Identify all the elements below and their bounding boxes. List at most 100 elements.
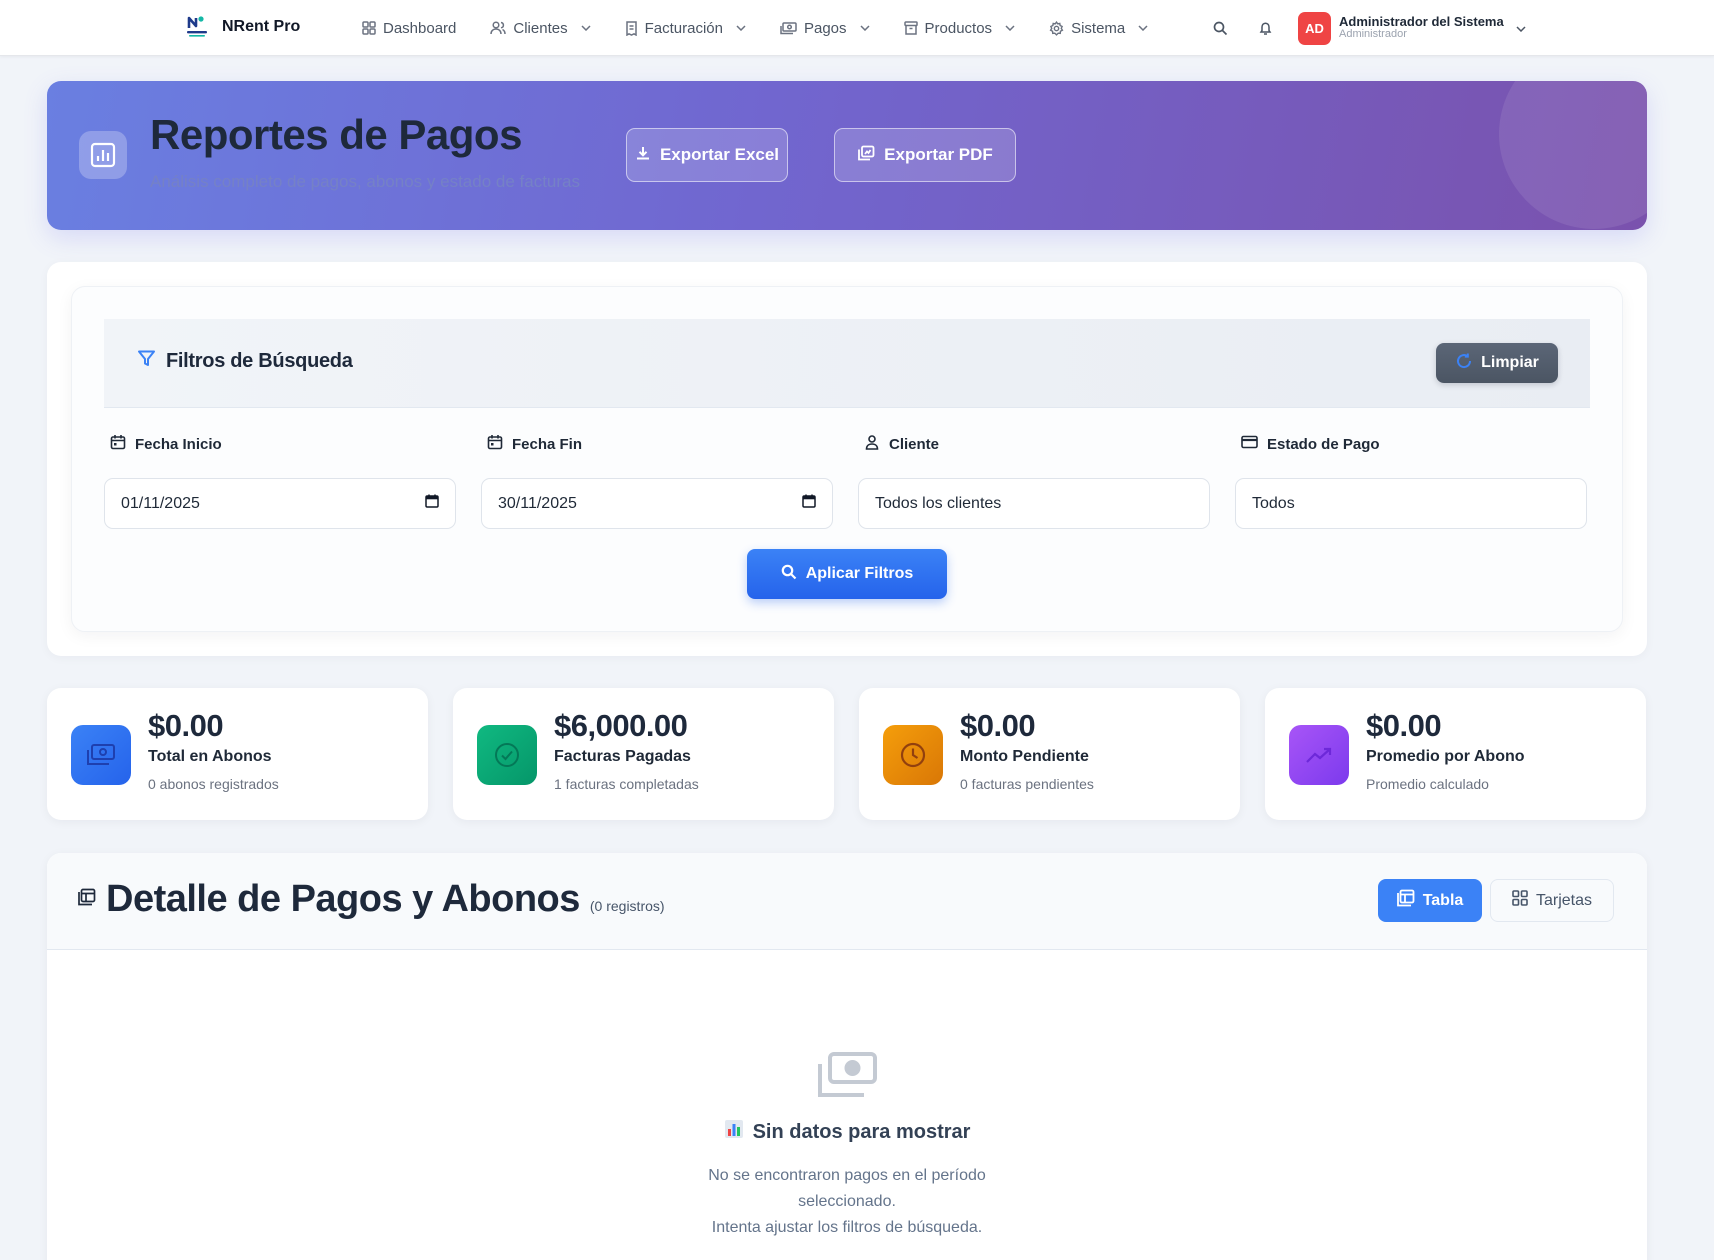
stat-label: Facturas Pagadas: [554, 748, 691, 765]
view-cards-label: Tarjetas: [1535, 891, 1593, 909]
stat-label: Monto Pendiente: [960, 748, 1089, 765]
user-name: Administrador del Sistema: [1339, 14, 1504, 30]
nav-item-label: Productos: [924, 19, 993, 37]
nav-item-label: Pagos: [803, 19, 847, 37]
invoice-icon: [625, 20, 638, 36]
stat-label: Promedio por Abono: [1366, 748, 1525, 765]
filters-title: Filtros de Búsqueda: [137, 349, 353, 374]
pdf-icon: [857, 145, 875, 166]
report-header-banner: Reportes de Pagos Análisis completo de p…: [47, 81, 1647, 230]
avatar[interactable]: AD: [1298, 11, 1331, 45]
stat-label: Total en Abonos: [148, 748, 272, 765]
field-label: Fecha Fin: [487, 433, 833, 455]
stat-card-total-abonos: $0.00 Total en Abonos 0 abonos registrad…: [47, 688, 428, 820]
calendar-icon: [110, 434, 126, 454]
chevron-down-icon[interactable]: [1516, 19, 1526, 37]
clear-filters-button[interactable]: Limpiar: [1436, 343, 1558, 383]
calendar-icon: [487, 434, 503, 454]
field-label: Estado de Pago: [1241, 433, 1587, 455]
top-navbar: NRent Pro Dashboard Clientes Facturación: [0, 0, 1714, 56]
chevron-down-icon: [1005, 25, 1015, 31]
stat-value: $0.00: [148, 708, 224, 743]
filter-fecha-fin: Fecha Fin 30/11/2025: [481, 433, 833, 529]
fecha-fin-input[interactable]: 30/11/2025: [481, 478, 833, 529]
nav-item-productos[interactable]: Productos: [903, 19, 1016, 37]
empty-message-line: seleccionado.: [798, 1193, 896, 1210]
empty-state: Sin datos para mostrar No se encontraron…: [47, 1051, 1647, 1241]
empty-title-text: Sin datos para mostrar: [752, 1120, 971, 1143]
fecha-inicio-input[interactable]: 01/11/2025: [104, 478, 456, 529]
users-icon: [490, 21, 507, 35]
nav-item-sistema[interactable]: Sistema: [1049, 20, 1148, 37]
search-icon: [781, 564, 797, 585]
chevron-down-icon: [859, 25, 870, 31]
bar-chart-icon: [724, 1119, 744, 1145]
fecha-inicio-label: Fecha Inicio: [135, 435, 222, 453]
fecha-fin-value: 30/11/2025: [498, 494, 577, 512]
filter-estado-pago: Estado de Pago Todos: [1235, 433, 1587, 529]
filter-cliente: Cliente Todos los clientes: [858, 433, 1210, 529]
nav-item-dashboard[interactable]: Dashboard: [362, 20, 456, 37]
detail-header: Detalle de Pagos y Abonos (0 registros) …: [47, 853, 1647, 950]
table-icon: [78, 888, 96, 911]
calendar-picker-icon[interactable]: [425, 494, 439, 513]
filters-section: Filtros de Búsqueda Limpiar Fecha Inicio…: [47, 262, 1647, 656]
grid-icon: [1512, 890, 1528, 911]
decorative-circle: [1499, 81, 1647, 229]
nav-item-label: Dashboard: [383, 19, 457, 37]
chevron-down-icon: [736, 25, 746, 31]
stat-card-promedio-abono: $0.00 Promedio por Abono Promedio calcul…: [1265, 688, 1646, 820]
empty-title: Sin datos para mostrar: [47, 1119, 1647, 1145]
export-pdf-button[interactable]: Exportar PDF: [834, 128, 1016, 182]
view-table-label: Tabla: [1422, 891, 1464, 909]
estado-label: Estado de Pago: [1267, 435, 1380, 453]
money-icon: [71, 725, 131, 785]
field-label: Cliente: [864, 433, 1210, 455]
filters-header: Filtros de Búsqueda Limpiar: [104, 319, 1590, 408]
stat-value: $6,000.00: [554, 708, 688, 743]
nav-item-clientes[interactable]: Clientes: [490, 20, 591, 37]
brand-name: NRent Pro: [222, 18, 301, 35]
payments-detail-panel: Detalle de Pagos y Abonos (0 registros) …: [47, 853, 1647, 1260]
money-stack-icon: [47, 1051, 1647, 1099]
export-excel-label: Exportar Excel: [659, 145, 780, 164]
fecha-fin-label: Fecha Fin: [512, 435, 583, 453]
bell-icon[interactable]: [1253, 16, 1277, 40]
calendar-picker-icon[interactable]: [802, 494, 816, 513]
filter-fecha-inicio: Fecha Inicio 01/11/2025: [104, 433, 456, 529]
page-title: Reportes de Pagos: [150, 111, 522, 158]
nav-item-pagos[interactable]: Pagos: [780, 20, 870, 37]
brand[interactable]: NRent Pro: [186, 14, 300, 40]
download-icon: [635, 145, 651, 166]
cliente-select[interactable]: Todos los clientes: [858, 478, 1210, 529]
box-icon: [903, 21, 918, 35]
stat-value: $0.00: [960, 708, 1036, 743]
credit-card-icon: [1241, 435, 1258, 453]
check-circle-icon: [477, 725, 537, 785]
nav-item-label: Sistema: [1071, 19, 1126, 37]
export-excel-button[interactable]: Exportar Excel: [626, 128, 788, 182]
cliente-label: Cliente: [889, 435, 940, 453]
stat-card-monto-pendiente: $0.00 Monto Pendiente 0 facturas pendien…: [859, 688, 1240, 820]
cliente-value: Todos los clientes: [875, 494, 1002, 512]
nav-item-facturacion[interactable]: Facturación: [625, 20, 746, 37]
report-chart-icon: [79, 131, 127, 179]
stat-note: 0 abonos registrados: [148, 776, 279, 792]
stat-value: $0.00: [1366, 708, 1442, 743]
stat-note: Promedio calculado: [1366, 776, 1489, 792]
search-icon[interactable]: [1208, 16, 1232, 40]
chevron-down-icon: [1138, 25, 1148, 31]
empty-message-line: No se encontraron pagos en el período: [708, 1167, 986, 1184]
clear-filters-label: Limpiar: [1481, 354, 1539, 371]
nav-right: AD Administrador del Sistema Administrad…: [1208, 0, 1526, 56]
dashboard-icon: [362, 21, 376, 35]
nav-item-label: Facturación: [644, 19, 723, 37]
empty-message-line: Intenta ajustar los filtros de búsqueda.: [711, 1219, 983, 1236]
export-pdf-label: Exportar PDF: [884, 145, 993, 164]
view-cards-button[interactable]: Tarjetas: [1490, 879, 1614, 922]
page-subtitle: Análisis completo de pagos, abonos y est…: [150, 172, 580, 191]
user-menu[interactable]: Administrador del Sistema Administrador: [1339, 15, 1504, 40]
apply-filters-button[interactable]: Aplicar Filtros: [747, 549, 947, 599]
view-table-button[interactable]: Tabla: [1378, 879, 1482, 922]
estado-pago-select[interactable]: Todos: [1235, 478, 1587, 529]
